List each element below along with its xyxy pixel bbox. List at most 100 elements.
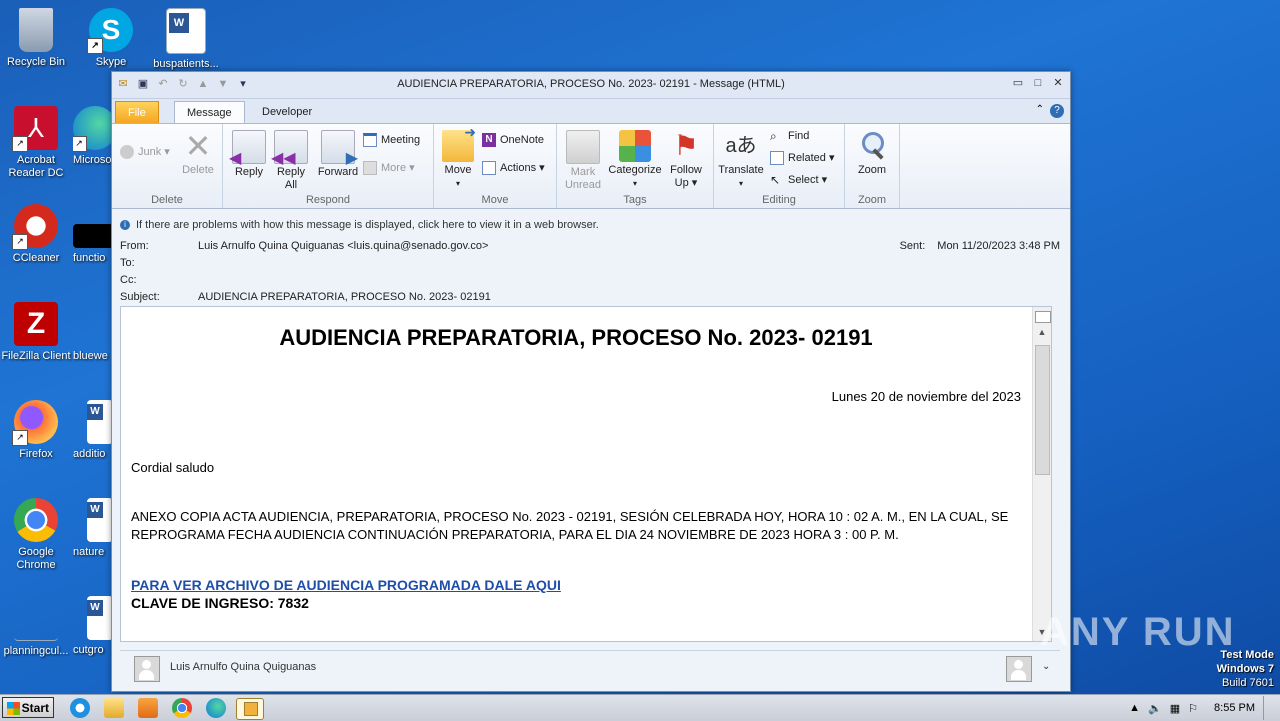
test-mode-watermark: Test Mode Windows 7 Build 7601 bbox=[1217, 648, 1274, 690]
actions-label: Actions bbox=[500, 162, 537, 174]
collapse-ribbon-icon[interactable]: ⌃ bbox=[1036, 104, 1044, 118]
cursor-icon: ↖ bbox=[770, 173, 781, 187]
internet-explorer-icon[interactable] bbox=[70, 698, 90, 718]
body-date: Lunes 20 de noviembre del 2023 bbox=[831, 389, 1021, 404]
mark-unread-icon bbox=[566, 130, 600, 164]
group-respond: ◀ Reply ◀◀ Reply All ▶ Forward Meeting M… bbox=[223, 124, 434, 208]
desktop-icon-functio[interactable]: functio bbox=[73, 204, 113, 265]
title-bar: ✉ ▣ ↶ ↻ ▲ ▼ ▾ AUDIENCIA PREPARATORIA, PR… bbox=[112, 72, 1070, 99]
scroll-up-arrow[interactable]: ▲ bbox=[1035, 327, 1049, 339]
delete-button[interactable]: ✕ Delete bbox=[180, 130, 216, 177]
move-button[interactable]: ➜ Move ▾ bbox=[440, 125, 476, 190]
forward-label: Forward bbox=[317, 166, 359, 178]
follow-up-button[interactable]: ⚑ Follow Up ▾ bbox=[665, 130, 707, 190]
desktop-icon-edge[interactable]: ↗ Microso bbox=[73, 106, 113, 167]
clock[interactable]: 8:55 PM bbox=[1214, 702, 1255, 714]
audiencia-link[interactable]: PARA VER ARCHIVO DE AUDIENCIA PROGRAMADA… bbox=[131, 576, 561, 594]
people-pane-expand-icon[interactable]: ⌄ bbox=[1042, 661, 1050, 672]
desktop-icon-ccleaner[interactable]: ↗ CCleaner bbox=[0, 204, 74, 265]
junk-button[interactable]: Junk ▾ bbox=[120, 144, 170, 160]
reply-label: Reply bbox=[234, 166, 264, 178]
sent-row: Sent: Mon 11/20/2023 3:48 PM bbox=[900, 240, 1060, 252]
desktop-icon-filezilla[interactable]: Z FileZilla Client bbox=[0, 302, 74, 363]
move-folder-icon: ➜ bbox=[442, 125, 476, 162]
help-icon[interactable]: ? bbox=[1050, 104, 1064, 118]
outlook-taskbar-button[interactable] bbox=[236, 698, 264, 720]
recycle-bin-icon bbox=[19, 8, 53, 52]
desktop-icon-chrome[interactable]: Google Chrome bbox=[0, 498, 74, 572]
zoom-button[interactable]: Zoom bbox=[851, 130, 893, 177]
close-button[interactable]: ✕ bbox=[1050, 76, 1066, 90]
window-controls: ▭ □ ✕ bbox=[1010, 76, 1066, 90]
reading-pane-icon[interactable] bbox=[1035, 311, 1051, 323]
message-body[interactable]: AUDIENCIA PREPARATORIA, PROCESO No. 2023… bbox=[120, 306, 1052, 642]
reply-all-button[interactable]: ◀◀ Reply All bbox=[271, 130, 309, 192]
zoom-label: Zoom bbox=[857, 164, 887, 176]
meeting-button[interactable]: Meeting bbox=[363, 132, 420, 148]
filezilla-icon: Z bbox=[14, 302, 58, 346]
watermark-line-2: Windows 7 bbox=[1216, 663, 1274, 675]
media-player-icon[interactable] bbox=[138, 698, 158, 718]
network-icon[interactable]: ▦ bbox=[1170, 702, 1180, 715]
select-button[interactable]: ↖ Select ▾ bbox=[770, 172, 827, 188]
scroll-thumb[interactable] bbox=[1035, 345, 1050, 475]
infobar[interactable]: i If there are problems with how this mes… bbox=[120, 219, 599, 231]
action-center-flag-icon[interactable]: ⚐ bbox=[1188, 702, 1198, 715]
desktop-icon-label: planningcul... bbox=[3, 645, 69, 657]
contact-avatar-icon[interactable] bbox=[1006, 656, 1032, 682]
show-desktop-button[interactable] bbox=[1263, 696, 1274, 720]
desktop-icon-acrobat[interactable]: ⅄ ↗ Acrobat Reader DC bbox=[0, 106, 74, 180]
translate-button[interactable]: aあ Translate ▾ bbox=[716, 130, 766, 190]
body-paragraph-2: REPROGRAMA FECHA AUDIENCIA CONTINUACIÓN … bbox=[131, 527, 899, 542]
onenote-icon: N bbox=[482, 133, 496, 147]
tab-developer[interactable]: Developer bbox=[250, 101, 324, 123]
tab-message[interactable]: Message bbox=[174, 101, 245, 124]
forward-button[interactable]: ▶ Forward bbox=[315, 130, 361, 179]
maximize-button[interactable]: □ bbox=[1030, 76, 1046, 90]
body-vertical-scrollbar[interactable]: ▲ ▼ bbox=[1032, 307, 1051, 641]
junk-icon bbox=[120, 145, 134, 159]
group-label: Delete bbox=[151, 194, 183, 206]
word-document-icon: W bbox=[87, 596, 113, 640]
actions-button[interactable]: Actions ▾ bbox=[482, 160, 545, 176]
desktop-icon-nature[interactable]: W nature bbox=[73, 498, 113, 559]
minimize-button[interactable]: ▭ bbox=[1010, 76, 1026, 90]
speaker-icon[interactable]: 🔈 bbox=[1148, 702, 1162, 715]
sender-avatar-icon[interactable] bbox=[134, 656, 160, 682]
desktop-icon-label: Microso bbox=[73, 154, 112, 166]
chrome-taskbar-icon[interactable] bbox=[172, 698, 192, 718]
start-button[interactable]: Start bbox=[2, 697, 54, 718]
anyrun-watermark: ANY RUN bbox=[1040, 610, 1236, 654]
desktop-icon-recycle-bin[interactable]: Recycle Bin bbox=[0, 8, 74, 69]
people-pane: Luis Arnulfo Quina Quiguanas ⌄ bbox=[120, 650, 1060, 685]
explorer-folder-icon[interactable] bbox=[104, 698, 124, 718]
group-label: Move bbox=[481, 194, 509, 206]
reply-button[interactable]: ◀ Reply bbox=[229, 130, 267, 179]
group-zoom: Zoom Zoom bbox=[845, 124, 900, 208]
taskbar: Start ▲ 🔈 ▦ ⚐ 8:55 PM bbox=[0, 694, 1280, 721]
people-pane-name[interactable]: Luis Arnulfo Quina Quiguanas bbox=[170, 661, 316, 673]
mark-unread-button[interactable]: Mark Unread bbox=[561, 130, 605, 192]
desktop-icon-additio[interactable]: W additio bbox=[73, 400, 113, 461]
edge-taskbar-icon[interactable] bbox=[206, 698, 226, 718]
desktop-icon-cutgro[interactable]: W cutgro bbox=[73, 596, 113, 657]
desktop-icon-firefox[interactable]: ↗ Firefox bbox=[0, 400, 74, 461]
desktop-icon-buspatients[interactable]: W buspatients... bbox=[148, 8, 224, 71]
related-button[interactable]: Related ▾ bbox=[770, 150, 835, 166]
find-button[interactable]: ⌕ Find bbox=[770, 128, 809, 144]
tab-file[interactable]: File bbox=[115, 101, 159, 123]
more-icon bbox=[363, 161, 377, 175]
onenote-button[interactable]: N OneNote bbox=[482, 132, 544, 148]
from-value[interactable]: Luis Arnulfo Quina Quiguanas <luis.quina… bbox=[198, 240, 488, 252]
desktop-icon-skype[interactable]: S ↗ Skype bbox=[73, 8, 149, 69]
move-label: Move bbox=[444, 164, 472, 176]
desktop-icon-bluewe[interactable]: bluewe bbox=[73, 302, 113, 363]
body-greeting: Cordial saludo bbox=[131, 460, 215, 475]
show-hidden-icons[interactable]: ▲ bbox=[1129, 702, 1140, 714]
categorize-button[interactable]: Categorize ▾ bbox=[607, 130, 663, 190]
desktop-icon-planningcul[interactable]: planningcul... bbox=[0, 596, 74, 658]
desktop-icon-label: buspatients... bbox=[153, 58, 219, 70]
more-button[interactable]: More ▾ bbox=[363, 160, 415, 176]
group-tags: Mark Unread Categorize ▾ ⚑ Follow Up ▾ Ta… bbox=[557, 124, 714, 208]
delete-label: Delete bbox=[182, 164, 214, 176]
